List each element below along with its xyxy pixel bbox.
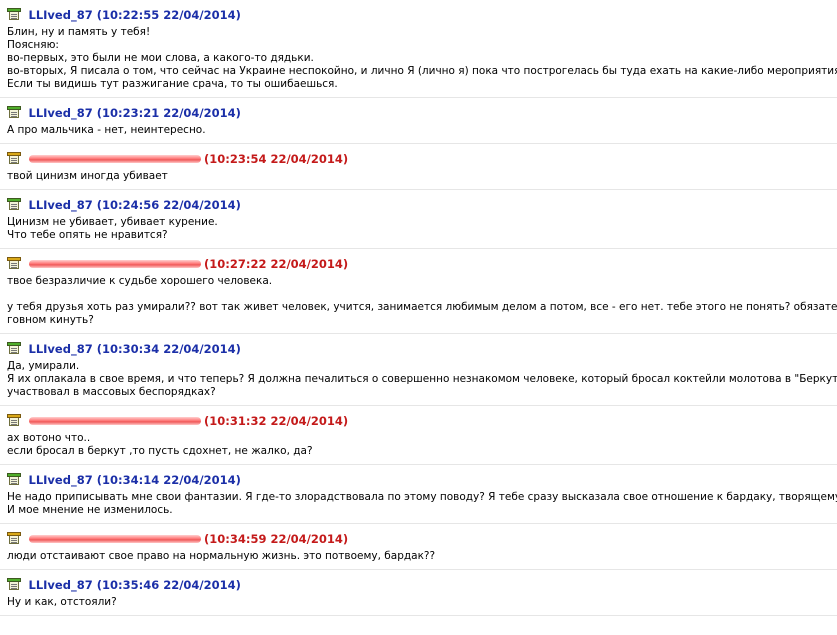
chat-history-log[interactable]: LLIved_87 (10:22:55 22/04/2014) Блин, ну… [0, 0, 837, 635]
message-timestamp: (10:23:21 22/04/2014) [96, 106, 241, 120]
message-text: твое безразличие к судьбе хорошего челов… [7, 275, 837, 327]
green-notepad-icon [7, 106, 21, 119]
redacted-username [28, 535, 201, 543]
message-line [7, 288, 833, 301]
message-line: Поясняю: [7, 39, 59, 51]
message-author: LLIved_87 [28, 342, 97, 356]
message-line: во-первых, это были не мои слова, а како… [7, 52, 314, 64]
message-text: люди отстаивают свое право на нормальную… [7, 550, 833, 563]
message-line: Ну и как, отстояли? [7, 596, 117, 608]
message-author: LLIved_87 [28, 106, 97, 120]
message-header: LLIved_87 (10:22:55 22/04/2014) [7, 7, 833, 23]
message-line: Цинизм не убивает, убивает курение. [7, 216, 218, 228]
redacted-username [28, 417, 201, 425]
message-header: LLIved_87 (10:24:56 22/04/2014) [7, 197, 833, 213]
message-text: А про мальчика - нет, неинтересно. [7, 124, 833, 137]
message-author: LLIved_87 [28, 8, 97, 22]
message-line: твой цинизм иногда убивает [7, 170, 168, 182]
message-entry: LLIved_87 (10:23:21 22/04/2014) А про ма… [0, 98, 837, 144]
yellow-notepad-icon [7, 257, 21, 270]
message-timestamp: (10:31:32 22/04/2014) [204, 414, 349, 428]
message-text: ах вотоно что.. если бросал в беркут ,то … [7, 432, 833, 458]
message-line: Не надо приписывать мне свои фантазии. Я… [7, 491, 837, 503]
message-author: LLIved_87 [28, 473, 97, 487]
message-timestamp: (10:34:14 22/04/2014) [96, 473, 241, 487]
message-entry: (10:27:22 22/04/2014) твое безразличие к… [0, 249, 837, 334]
message-line: Что тебе опять не нравится? [7, 229, 168, 241]
message-timestamp: (10:30:34 22/04/2014) [96, 342, 241, 356]
message-entry: (10:34:59 22/04/2014) люди отстаивают св… [0, 524, 837, 570]
message-timestamp: (10:23:54 22/04/2014) [204, 152, 349, 166]
message-timestamp: (10:22:55 22/04/2014) [96, 8, 241, 22]
message-line: ах вотоно что.. [7, 432, 91, 444]
yellow-notepad-icon [7, 532, 21, 545]
message-line: твое безразличие к судьбе хорошего челов… [7, 275, 273, 287]
message-entry: (10:23:54 22/04/2014) твой цинизм иногда… [0, 144, 837, 190]
message-line: говном кинуть? [7, 314, 94, 326]
message-author: LLIved_87 [28, 578, 97, 592]
message-text: Цинизм не убивает, убивает курение. Что т… [7, 216, 833, 242]
message-line: участвовал в массовых беспорядках? [7, 386, 216, 398]
message-text: Да, умирали. Я их оплакала в свое время, … [7, 360, 837, 399]
message-text: Ну и как, отстояли? [7, 596, 833, 609]
message-timestamp: (10:34:59 22/04/2014) [204, 532, 349, 546]
message-line: люди отстаивают свое право на нормальную… [7, 550, 436, 562]
message-author: LLIved_87 [28, 198, 97, 212]
message-text: Не надо приписывать мне свои фантазии. Я… [7, 491, 837, 517]
message-line: во-вторых, Я писала о том, что сейчас на… [7, 65, 837, 77]
message-line: И мое мнение не изменилось. [7, 504, 173, 516]
message-header: (10:27:22 22/04/2014) [7, 256, 833, 272]
message-entry: (10:31:32 22/04/2014) ах вотоно что.. есл… [0, 406, 837, 465]
green-notepad-icon [7, 473, 21, 486]
message-header: LLIved_87 (10:35:46 22/04/2014) [7, 577, 833, 593]
message-line: Я их оплакала в свое время, и что теперь… [7, 373, 837, 385]
redacted-username [28, 155, 201, 163]
message-entry: LLIved_87 (10:22:55 22/04/2014) Блин, ну… [0, 0, 837, 98]
message-line: Блин, ну и память у тебя! [7, 26, 151, 38]
message-header: LLIved_87 (10:23:21 22/04/2014) [7, 105, 833, 121]
message-line: Если ты видишь тут разжигание срача, то … [7, 78, 338, 90]
message-entry: LLIved_87 (10:30:34 22/04/2014) Да, умир… [0, 334, 837, 406]
message-header: (10:31:32 22/04/2014) [7, 413, 833, 429]
message-entry: LLIved_87 (10:34:14 22/04/2014) Не надо … [0, 465, 837, 524]
message-header: (10:34:59 22/04/2014) [7, 531, 833, 547]
message-header: (10:23:54 22/04/2014) [7, 151, 833, 167]
message-entry: LLIved_87 (10:24:56 22/04/2014) Цинизм н… [0, 190, 837, 249]
message-line: А про мальчика - нет, неинтересно. [7, 124, 206, 136]
message-timestamp: (10:27:22 22/04/2014) [204, 257, 349, 271]
message-timestamp: (10:35:46 22/04/2014) [96, 578, 241, 592]
green-notepad-icon [7, 342, 21, 355]
message-header: LLIved_87 (10:30:34 22/04/2014) [7, 341, 833, 357]
message-text: Блин, ну и память у тебя! Поясняю: во-перв… [7, 26, 837, 91]
redacted-username [28, 260, 201, 268]
message-timestamp: (10:24:56 22/04/2014) [96, 198, 241, 212]
yellow-notepad-icon [7, 414, 21, 427]
green-notepad-icon [7, 578, 21, 591]
message-text: твой цинизм иногда убивает [7, 170, 833, 183]
message-line: у тебя друзья хоть раз умирали?? вот так… [7, 301, 837, 313]
message-line: Да, умирали. [7, 360, 80, 372]
message-header: LLIved_87 (10:34:14 22/04/2014) [7, 472, 833, 488]
green-notepad-icon [7, 8, 21, 21]
yellow-notepad-icon [7, 152, 21, 165]
green-notepad-icon [7, 198, 21, 211]
message-entry: LLIved_87 (10:35:46 22/04/2014) Ну и как… [0, 570, 837, 616]
message-line: если бросал в беркут ,то пусть сдохнет, … [7, 445, 313, 457]
